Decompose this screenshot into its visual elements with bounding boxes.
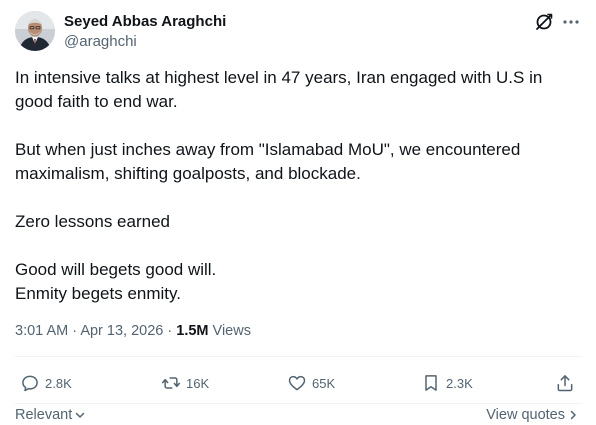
- view-quotes-label: View quotes: [486, 407, 565, 423]
- bookmark-icon: [425, 375, 437, 391]
- meta-separator: ·: [72, 323, 78, 339]
- more-icon[interactable]: [560, 11, 582, 33]
- chevron-down-icon: [75, 412, 85, 418]
- action-bar: 2.8K 16K 65K 2.3K: [15, 371, 581, 395]
- tweet-time[interactable]: 3:01 AM: [15, 323, 68, 339]
- tweet-metadata: 3:01 AM · Apr 13, 2026 · 1.5M Views: [15, 321, 251, 341]
- grok-icon[interactable]: [533, 11, 555, 33]
- author-name[interactable]: Seyed Abbas Araghchi: [64, 12, 226, 32]
- divider: [15, 403, 581, 404]
- reply-button[interactable]: 2.8K: [20, 371, 72, 395]
- tweet-paragraph: In intensive talks at highest level in 4…: [15, 68, 543, 111]
- tweet-card: Seyed Abbas Araghchi @araghchi In intens…: [0, 0, 596, 425]
- repost-icon: [161, 377, 181, 389]
- reply-count: 2.8K: [45, 375, 72, 391]
- avatar-portrait-icon: [15, 11, 55, 51]
- author-handle[interactable]: @araghchi: [64, 32, 137, 52]
- tweet-paragraph: Good will begets good will. Enmity beget…: [15, 260, 217, 303]
- tweet-paragraph: Zero lessons earned: [15, 212, 170, 231]
- share-icon: [557, 375, 573, 392]
- share-button[interactable]: [555, 371, 575, 395]
- tweet-date[interactable]: Apr 13, 2026: [80, 323, 163, 339]
- repost-button[interactable]: 16K: [161, 371, 209, 395]
- bookmark-count: 2.3K: [446, 375, 473, 391]
- views-label: Views: [212, 323, 251, 339]
- reply-icon: [22, 375, 38, 392]
- sort-label: Relevant: [15, 407, 73, 423]
- bookmark-button[interactable]: 2.3K: [421, 371, 473, 395]
- views-count: 1.5M: [176, 323, 209, 339]
- view-quotes-link[interactable]: View quotes: [486, 405, 579, 425]
- sort-replies-dropdown[interactable]: Relevant: [15, 405, 86, 425]
- tweet-text: In intensive talks at highest level in 4…: [15, 66, 581, 306]
- repost-count: 16K: [186, 375, 210, 391]
- like-button[interactable]: 65K: [287, 371, 335, 395]
- chevron-right-icon: [570, 410, 576, 420]
- like-count: 65K: [312, 375, 336, 391]
- like-icon: [288, 375, 306, 391]
- avatar[interactable]: [15, 11, 55, 51]
- tweet-paragraph: But when just inches away from "Islamaba…: [15, 140, 521, 183]
- divider: [15, 356, 581, 357]
- meta-separator: ·: [167, 323, 173, 339]
